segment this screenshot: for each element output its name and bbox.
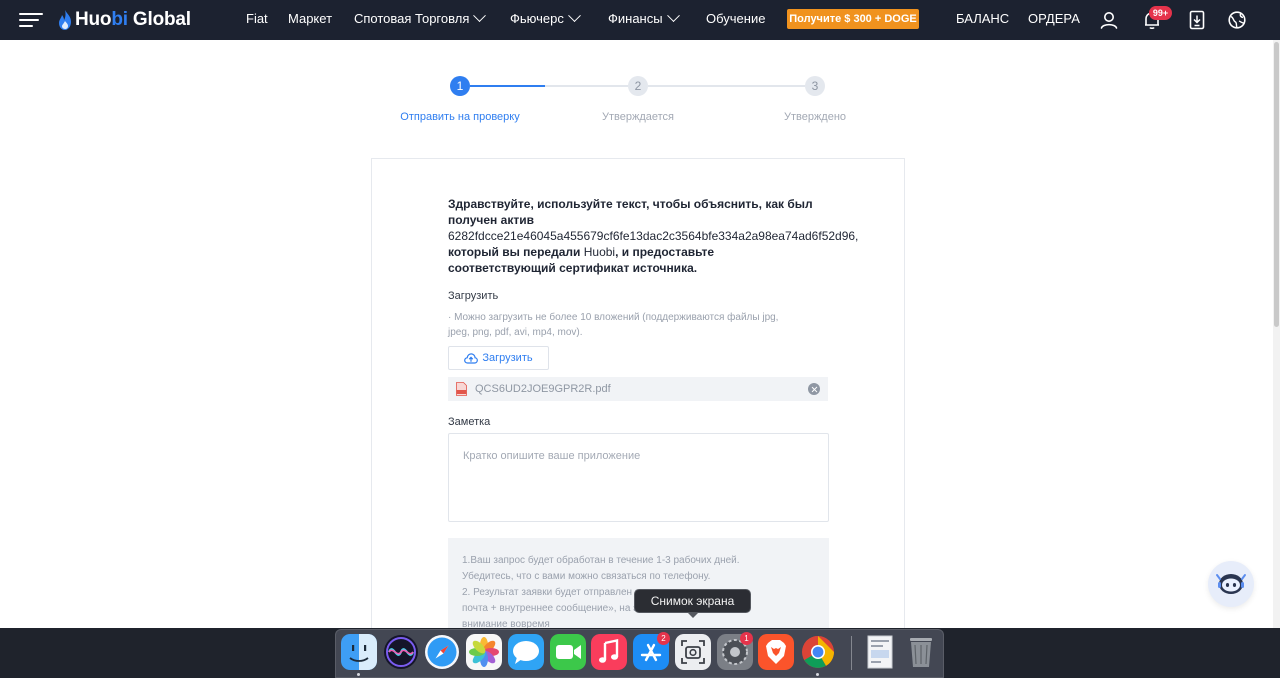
nav-market-label: Маркет	[288, 11, 333, 26]
download-app-icon[interactable]	[1186, 9, 1208, 31]
info-line: 1.Ваш запрос будет обработан в течение 1…	[462, 555, 740, 566]
scrollbar[interactable]	[1273, 40, 1280, 628]
note-textarea[interactable]	[448, 433, 829, 522]
nav-orders-label: ОРДЕРА	[1028, 11, 1080, 26]
step-2-circle: 2	[628, 76, 648, 96]
top-navigation: Huobi Global Fiat Маркет Спотовая Торгов…	[0, 0, 1280, 40]
finder-running-indicator	[357, 673, 360, 676]
info-notice: 1.Ваш запрос будет обработан в течение 1…	[448, 538, 829, 628]
logo-text-part1: Huo	[75, 9, 112, 30]
uploaded-file-name: QCS6UD2JOE9GPR2R.pdf	[475, 383, 611, 395]
scrollbar-thumb[interactable]	[1274, 42, 1279, 327]
upload-hint-line: jpeg, png, pdf, avi, mp4, mov).	[448, 327, 583, 338]
finder-icon[interactable]	[341, 634, 377, 670]
globe-icon[interactable]	[1226, 9, 1248, 31]
safari-icon[interactable]	[424, 634, 460, 670]
messages-icon[interactable]	[508, 634, 544, 670]
logo-text-part2: bi	[111, 9, 128, 30]
step-1-label: Отправить на проверку	[400, 111, 520, 123]
step-1-circle: 1	[450, 76, 470, 96]
intro-text-part: который вы передали	[448, 245, 584, 259]
step-2-label: Утверждается	[602, 111, 674, 123]
intro-line: соответствующий сертификат источника.	[448, 261, 698, 275]
photos-icon[interactable]	[466, 634, 502, 670]
intro-brand: Huobi	[583, 245, 616, 259]
nav-balance[interactable]: БАЛАНС	[956, 11, 1009, 26]
nav-learning-label: Обучение	[706, 11, 766, 26]
nav-futures[interactable]: Фьючерс	[510, 9, 581, 26]
intro-text-part: , и предоставьте	[615, 245, 714, 259]
nav-balance-label: БАЛАНС	[956, 11, 1010, 26]
flame-icon	[59, 10, 71, 30]
upload-button-label: Загрузить	[482, 352, 533, 364]
trash-icon[interactable]	[903, 634, 939, 670]
notifications-badge: 99+	[1149, 6, 1172, 20]
screenshot-icon[interactable]	[675, 634, 711, 670]
menu-icon[interactable]	[19, 11, 43, 29]
intro-line: получен актив	[448, 213, 534, 227]
user-icon[interactable]	[1098, 9, 1120, 31]
step-3-label: Утверждено	[783, 111, 847, 123]
chrome-running-indicator	[816, 673, 819, 676]
nav-orders[interactable]: ОРДЕРА	[1028, 11, 1080, 26]
dock-tooltip: Снимок экрана	[634, 589, 751, 613]
cloud-upload-icon	[464, 352, 479, 364]
dock-separator	[851, 636, 852, 670]
chevron-down-icon	[666, 9, 680, 23]
upload-hint-line: · Можно загрузить не более 10 вложений (…	[448, 312, 779, 323]
promo-button[interactable]: Получите $ 300 + DOGE	[787, 9, 919, 29]
logo-text-part3: Global	[127, 9, 191, 30]
music-icon[interactable]	[591, 634, 627, 670]
pdf-file-icon	[456, 382, 467, 396]
asset-hash: 6282fdcce21e46045a455679cf6fe13dac2c3564…	[448, 229, 859, 243]
support-chat-button[interactable]	[1208, 561, 1254, 607]
nav-futures-label: Фьючерс	[510, 11, 564, 26]
nav-finance-label: Финансы	[608, 11, 663, 26]
nav-spot-label: Спотовая Торговля	[354, 11, 470, 26]
intro-line: который вы передали Huobi, и предоставьт…	[448, 244, 888, 260]
nav-finance[interactable]: Финансы	[608, 9, 680, 26]
siri-icon[interactable]	[383, 634, 419, 670]
nav-fiat-label: Fiat	[246, 11, 268, 26]
page-content: 1 2 3 Отправить на проверку Утверждается…	[0, 40, 1280, 628]
upload-hint: · Можно загрузить не более 10 вложений (…	[448, 310, 833, 340]
nav-market[interactable]: Маркет	[288, 11, 332, 26]
upload-label: Загрузить	[448, 290, 499, 302]
upload-button[interactable]: Загрузить	[448, 346, 549, 370]
info-line: Убедитесь, что с вами можно связаться по…	[462, 571, 711, 582]
settings-badge: 1	[740, 632, 753, 645]
note-label: Заметка	[448, 416, 491, 428]
brave-browser-icon[interactable]	[758, 634, 794, 670]
info-line: внимание вовремя	[462, 619, 550, 628]
uploaded-file-item: QCS6UD2JOE9GPR2R.pdf	[448, 377, 828, 401]
nav-learning[interactable]: Обучение	[706, 11, 765, 26]
step-progress-line	[545, 85, 628, 87]
robot-icon	[1216, 574, 1246, 594]
documents-stack-icon[interactable]	[862, 634, 898, 670]
nav-spot-trading[interactable]: Спотовая Торговля	[354, 9, 487, 26]
step-progress-line	[648, 85, 805, 87]
intro-line: Здравствуйте, используйте текст, чтобы о…	[448, 197, 813, 211]
app-store-badge: 2	[657, 632, 670, 645]
chrome-icon[interactable]	[800, 634, 836, 670]
remove-file-icon[interactable]	[808, 383, 820, 395]
chevron-down-icon	[567, 9, 581, 23]
tooltip-arrow	[687, 612, 699, 618]
huobi-logo[interactable]: Huobi Global	[58, 8, 191, 32]
step-3-circle: 3	[805, 76, 825, 96]
chevron-down-icon	[473, 9, 487, 23]
nav-fiat[interactable]: Fiat	[246, 11, 268, 26]
facetime-icon[interactable]	[550, 634, 586, 670]
intro-text: Здравствуйте, используйте текст, чтобы о…	[448, 196, 888, 276]
step-progress-line-active	[470, 85, 545, 87]
